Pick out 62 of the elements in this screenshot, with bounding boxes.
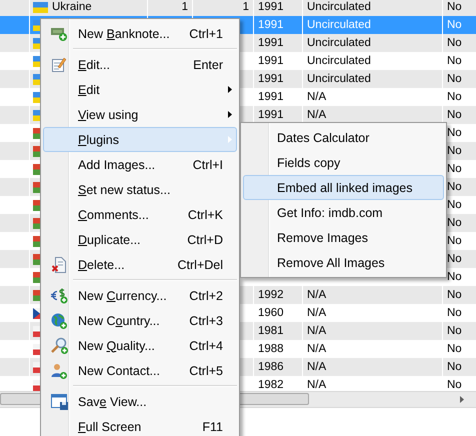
table-cell: 1 bbox=[242, 1, 249, 13]
table-cell: No bbox=[447, 181, 462, 193]
table-cell: 1988 bbox=[258, 343, 284, 355]
table-cell: N/A bbox=[307, 379, 326, 391]
table-cell: No bbox=[447, 271, 462, 283]
table-cell: Uncirculated bbox=[307, 73, 371, 85]
shortcut-label: Ctrl+D bbox=[187, 232, 224, 246]
table-cell: 1991 bbox=[258, 109, 284, 121]
shortcut-label: Ctrl+3 bbox=[189, 314, 224, 328]
table-cell: Uncirculated bbox=[307, 37, 371, 49]
shortcut-label: F11 bbox=[202, 420, 224, 434]
table-cell: N/A bbox=[307, 343, 326, 355]
table-cell: Uncirculated bbox=[307, 55, 371, 67]
table-cell: No bbox=[447, 55, 462, 67]
table-cell: No bbox=[447, 91, 462, 103]
shortcut-label: Ctrl+K bbox=[188, 208, 224, 222]
shortcut-label: Ctrl+1 bbox=[189, 26, 224, 40]
table-cell: N/A bbox=[307, 307, 326, 319]
table-cell: No bbox=[447, 217, 462, 229]
table-cell: 1986 bbox=[258, 361, 284, 373]
table-cell: No bbox=[447, 145, 462, 157]
table-cell: No bbox=[447, 109, 462, 121]
table-cell: No bbox=[447, 235, 462, 247]
table-cell: N/A bbox=[307, 325, 326, 337]
table-cell: 1960 bbox=[258, 307, 284, 319]
table-cell: No bbox=[447, 289, 462, 301]
table-cell: 1991 bbox=[258, 1, 284, 13]
shortcut-label: Ctrl+Del bbox=[178, 258, 224, 272]
shortcut-label: Ctrl+5 bbox=[189, 364, 224, 378]
table-cell: 1991 bbox=[258, 73, 284, 85]
table-cell: No bbox=[447, 325, 462, 337]
shortcut-label: Ctrl+2 bbox=[189, 288, 224, 302]
table-cell: 1 bbox=[182, 1, 188, 13]
shortcut-label: Ctrl+I bbox=[192, 158, 224, 172]
table-cell: Uncirculated bbox=[307, 19, 371, 31]
table-cell: Ukraine bbox=[52, 1, 92, 13]
table-cell: No bbox=[447, 127, 462, 139]
table-cell: No bbox=[447, 199, 462, 211]
table-cell: No bbox=[447, 361, 462, 373]
table-cell: No bbox=[447, 73, 462, 85]
table-cell: Uncirculated bbox=[307, 1, 371, 13]
table-cell: N/A bbox=[307, 289, 326, 301]
table-cell: N/A bbox=[307, 361, 326, 373]
table-cell: No bbox=[447, 37, 462, 49]
table-cell: No bbox=[447, 307, 462, 319]
table-cell: 1991 bbox=[258, 19, 284, 31]
table-cell: 1991 bbox=[258, 91, 284, 103]
table-cell: N/A bbox=[307, 91, 326, 103]
table-cell: 1991 bbox=[258, 37, 284, 49]
table-cell: 1982 bbox=[258, 379, 284, 391]
table-cell: No bbox=[447, 1, 462, 13]
table-cell: 1991 bbox=[258, 55, 284, 67]
table-cell: No bbox=[447, 379, 462, 391]
table-cell: 1992 bbox=[258, 289, 284, 301]
table-cell: No bbox=[447, 343, 462, 355]
table-cell: No bbox=[447, 19, 462, 31]
table-cell: No bbox=[447, 253, 462, 265]
table-cell: 1981 bbox=[258, 325, 284, 337]
shortcut-label: Enter bbox=[193, 58, 224, 72]
table-cell: No bbox=[447, 163, 462, 175]
shortcut-label: Ctrl+4 bbox=[189, 338, 224, 352]
table-cell: N/A bbox=[307, 109, 326, 121]
